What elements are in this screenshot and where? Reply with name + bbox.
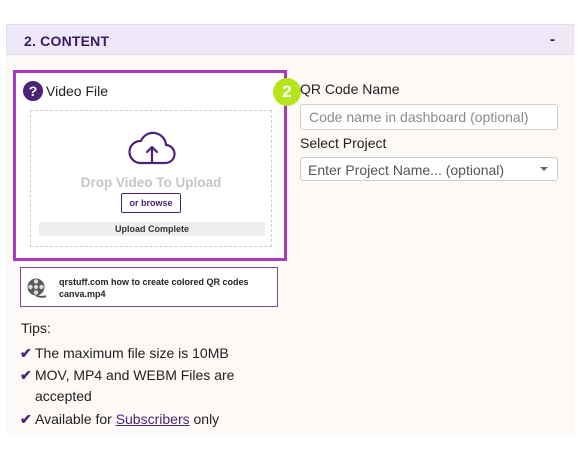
uploaded-file-card[interactable]: qrstuff.com how to create colored QR cod… (20, 267, 278, 307)
video-file-highlight: ? Video File Drop Video To Upload or bro… (13, 70, 287, 261)
project-select[interactable]: Enter Project Name... (optional) (300, 157, 558, 181)
subscribers-link[interactable]: Subscribers (116, 411, 190, 427)
collapse-button[interactable]: - (550, 31, 555, 48)
tip-item: ✔ MOV, MP4 and WEBM Files are accepted (20, 365, 250, 407)
tip-text-continued: accepted (35, 388, 92, 404)
select-project-label: Select Project (300, 135, 387, 151)
tip-text: Available for (35, 411, 116, 427)
tip-text: only (189, 411, 220, 427)
section-title: 2. CONTENT (24, 33, 110, 49)
video-file-label: Video File (46, 83, 109, 99)
video-file-label-row: ? Video File (23, 80, 108, 102)
tip-item: ✔ The maximum file size is 10MB (20, 343, 250, 364)
browse-button[interactable]: or browse (121, 193, 181, 213)
drop-video-text: Drop Video To Upload (80, 175, 222, 190)
tip-text: MOV, MP4 and WEBM Files are (35, 367, 235, 383)
question-circle-icon[interactable]: ? (23, 81, 43, 101)
project-select-value: Enter Project Name... (optional) (308, 162, 505, 178)
film-reel-icon (27, 278, 47, 298)
check-icon: ✔ (20, 345, 32, 361)
qr-code-name-input[interactable] (300, 104, 558, 130)
check-icon: ✔ (20, 367, 32, 383)
chevron-down-icon (540, 167, 548, 171)
content-panel: 2. CONTENT - ? Video File Drop Video To … (6, 24, 574, 436)
upload-status: Upload Complete (39, 222, 265, 236)
step-badge: 2 (273, 78, 301, 106)
tips-title: Tips: (21, 320, 51, 336)
video-dropzone[interactable]: Drop Video To Upload or browse Upload Co… (30, 110, 272, 247)
qr-code-name-label: QR Code Name (300, 81, 400, 97)
section-header[interactable]: 2. CONTENT - (6, 24, 574, 55)
uploaded-file-name: qrstuff.com how to create colored QR cod… (59, 277, 249, 299)
cloud-upload-icon (128, 131, 176, 165)
tip-text: The maximum file size is 10MB (35, 345, 229, 361)
tip-item: ✔ Available for Subscribers only (20, 409, 250, 430)
check-icon: ✔ (20, 411, 32, 427)
